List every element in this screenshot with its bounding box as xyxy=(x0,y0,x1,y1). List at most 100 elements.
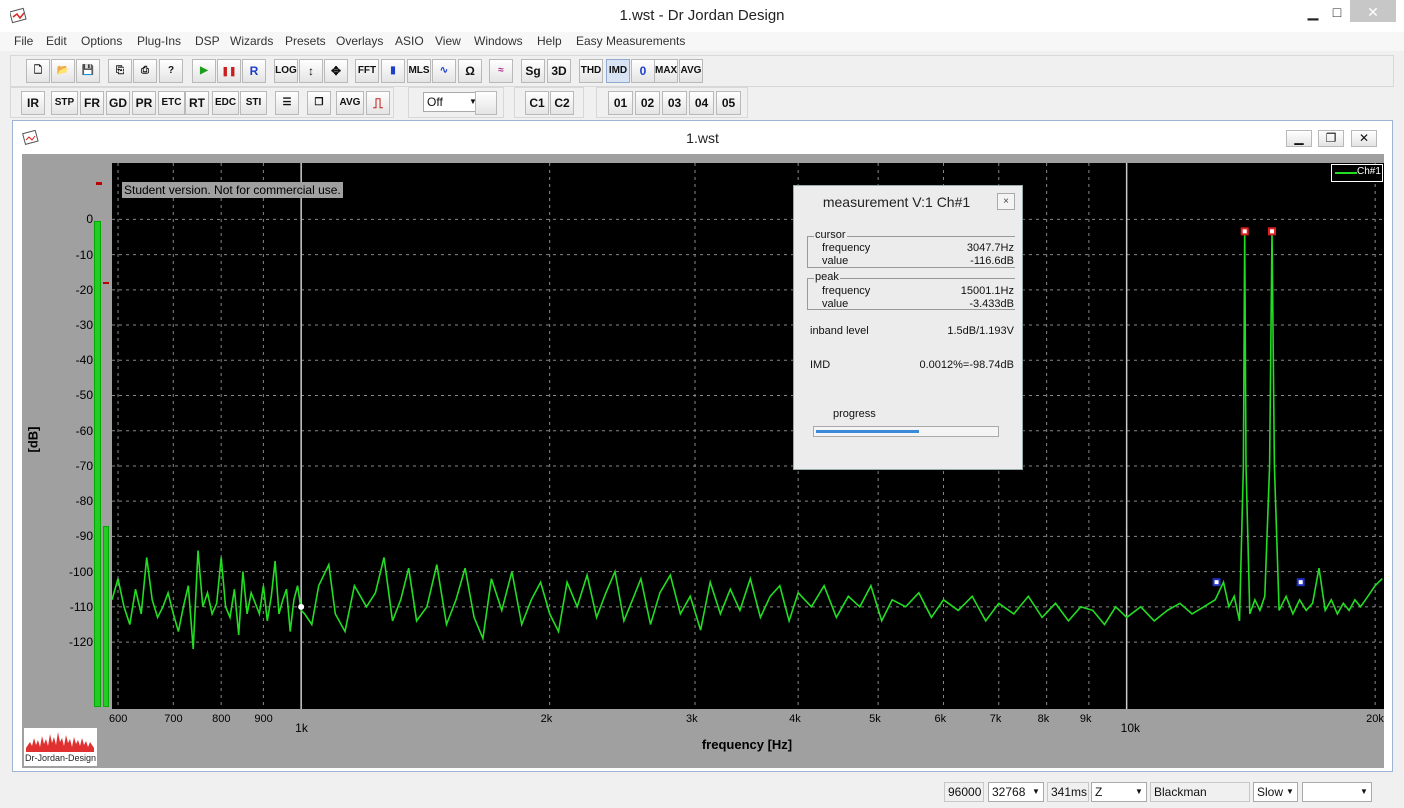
toolbar-select: Off ▼ xyxy=(408,87,504,118)
maximize-button[interactable]: □ xyxy=(1322,0,1352,26)
menu-easy-measurements[interactable]: Easy Measurements xyxy=(576,34,685,48)
open-folder-icon[interactable]: 📂 xyxy=(51,59,75,83)
progress-label: progress xyxy=(833,408,876,420)
sg-button[interactable]: Sg xyxy=(521,59,545,83)
window-icon[interactable]: ❐ xyxy=(307,91,331,115)
vertical-zoom-icon[interactable]: ↕ xyxy=(299,59,323,83)
bars-icon[interactable]: ▮ xyxy=(381,59,405,83)
save-icon[interactable]: 💾 xyxy=(76,59,100,83)
avg-button-2[interactable]: AVG xyxy=(336,91,364,115)
preset-button-01[interactable]: 01 xyxy=(608,91,633,115)
y-tick-label: -80 xyxy=(75,494,93,509)
preset-button-04[interactable]: 04 xyxy=(689,91,714,115)
plot-area: 0 -10 -20 -30 -40 -50 -60 -70 -80 -90 -100 -110 -120… xyxy=(22,154,1384,768)
menu-edit[interactable]: Edit xyxy=(46,34,67,48)
extra-select[interactable]: ▼ xyxy=(1302,782,1372,802)
trigger-select[interactable]: Off ▼ xyxy=(423,92,481,112)
weighting-select[interactable]: Z ▼ xyxy=(1091,782,1147,802)
imd-button[interactable]: IMD xyxy=(606,59,630,83)
preset-button-03[interactable]: 03 xyxy=(662,91,687,115)
channel-button-c2[interactable]: C2 xyxy=(550,91,574,115)
measurement-window: 1.wst ▁ ❐ ✕ 0 -10 -20 -30 -40 -50 -60 -70 -80 -90… xyxy=(12,120,1393,772)
x-tick-label: 900 xyxy=(254,713,273,725)
menu-help[interactable]: Help xyxy=(537,34,562,48)
spectrum-plot[interactable]: Student version. Not for commercial use.… xyxy=(111,163,1384,709)
color-button[interactable] xyxy=(475,91,497,115)
peak-marker xyxy=(1268,227,1277,236)
legend-swatch xyxy=(1335,172,1357,174)
analysis-button-sti[interactable]: STI xyxy=(240,91,267,115)
export-icon[interactable]: ☰ xyxy=(275,91,299,115)
analysis-button-edc[interactable]: EDC xyxy=(212,91,239,115)
avg-button[interactable]: AVG xyxy=(679,59,703,83)
speed-select[interactable]: Slow ▼ xyxy=(1253,782,1298,802)
child-close-button[interactable]: ✕ xyxy=(1351,130,1377,147)
log-button[interactable]: LOG xyxy=(274,59,298,83)
inband-label: inband level xyxy=(810,325,869,337)
spectrum-chart[interactable] xyxy=(111,163,1384,709)
omega-icon[interactable]: Ω xyxy=(458,59,482,83)
chevron-down-icon: ▼ xyxy=(1135,787,1143,796)
menu-plug-ins[interactable]: Plug-Ins xyxy=(137,34,181,48)
child-restore-button[interactable]: ❐ xyxy=(1318,130,1344,147)
close-button[interactable]: ✕ xyxy=(1350,0,1396,22)
fft-size-value: 32768 xyxy=(992,785,1026,799)
pause-icon[interactable]: ❚❚ xyxy=(217,59,241,83)
y-tick-label: -90 xyxy=(75,529,93,544)
analysis-button-stp[interactable]: STP xyxy=(51,91,78,115)
peak-marker xyxy=(1240,227,1249,236)
legend-label: Ch#1 xyxy=(1357,166,1381,177)
cursor-value-label: value xyxy=(822,255,849,267)
x-tick-label: 7k xyxy=(989,713,1002,725)
print-icon[interactable]: ⎙ xyxy=(133,59,157,83)
play-icon[interactable]: ▶ xyxy=(192,59,216,83)
wave-icon[interactable]: ∿ xyxy=(432,59,456,83)
menu-overlays[interactable]: Overlays xyxy=(336,34,383,48)
analysis-button-pr[interactable]: PR xyxy=(132,91,156,115)
watermark-text: Student version. Not for commercial use. xyxy=(122,182,343,198)
child-minimize-button[interactable]: ▁ xyxy=(1286,130,1312,147)
preset-button-05[interactable]: 05 xyxy=(716,91,741,115)
zero-button[interactable]: 0 xyxy=(631,59,655,83)
peak-value-value: -3.433dB xyxy=(969,298,1014,310)
x-tick-label: 5k xyxy=(869,713,881,725)
x-tick-label: 20k xyxy=(1366,713,1384,725)
new-file-icon[interactable]: 🗋 xyxy=(26,59,50,83)
cursor-frequency-value: 3047.7Hz xyxy=(966,242,1014,254)
preset-button-02[interactable]: 02 xyxy=(635,91,660,115)
menu-wizards[interactable]: Wizards xyxy=(230,34,273,48)
y-tick-label: -60 xyxy=(75,423,93,438)
analysis-button-rt[interactable]: RT xyxy=(185,91,209,115)
menu-view[interactable]: View xyxy=(435,34,461,48)
copy-icon[interactable]: ⎘ xyxy=(108,59,132,83)
cursor-frequency-label: frequency xyxy=(822,242,871,254)
menu-windows[interactable]: Windows xyxy=(474,34,523,48)
pulse-icon[interactable]: ⎍ xyxy=(366,91,390,115)
help-icon[interactable]: ? xyxy=(159,59,183,83)
x-tick-label-major: 10k xyxy=(1120,721,1140,735)
record-button[interactable]: R xyxy=(242,59,266,83)
peak-group-label: peak xyxy=(814,271,840,283)
menu-file[interactable]: File xyxy=(14,34,33,48)
menu-asio[interactable]: ASIO xyxy=(395,34,424,48)
pan-icon[interactable]: ✥ xyxy=(324,59,348,83)
measurement-close-button[interactable]: × xyxy=(997,193,1015,210)
fft-button[interactable]: FFT xyxy=(355,59,379,83)
mls-button[interactable]: MLS xyxy=(407,59,431,83)
analysis-button-etc[interactable]: ETC xyxy=(158,91,185,115)
menu-presets[interactable]: Presets xyxy=(285,34,326,48)
channel-button-c1[interactable]: C1 xyxy=(525,91,549,115)
analysis-button-gd[interactable]: GD xyxy=(106,91,130,115)
analysis-button-ir[interactable]: IR xyxy=(21,91,45,115)
speed-value: Slow xyxy=(1257,785,1284,799)
fft-size-select[interactable]: 32768 ▼ xyxy=(988,782,1044,802)
max-button[interactable]: MAX xyxy=(654,59,678,83)
menu-dsp[interactable]: DSP xyxy=(195,34,220,48)
y-axis-label: [dB] xyxy=(25,426,41,453)
analysis-button-fr[interactable]: FR xyxy=(80,91,104,115)
cursor-marker xyxy=(298,603,305,610)
3d-button[interactable]: 3D xyxy=(547,59,571,83)
overlay-icon[interactable]: ≈ xyxy=(489,59,513,83)
menu-options[interactable]: Options xyxy=(81,34,122,48)
thd-button[interactable]: THD xyxy=(579,59,603,83)
